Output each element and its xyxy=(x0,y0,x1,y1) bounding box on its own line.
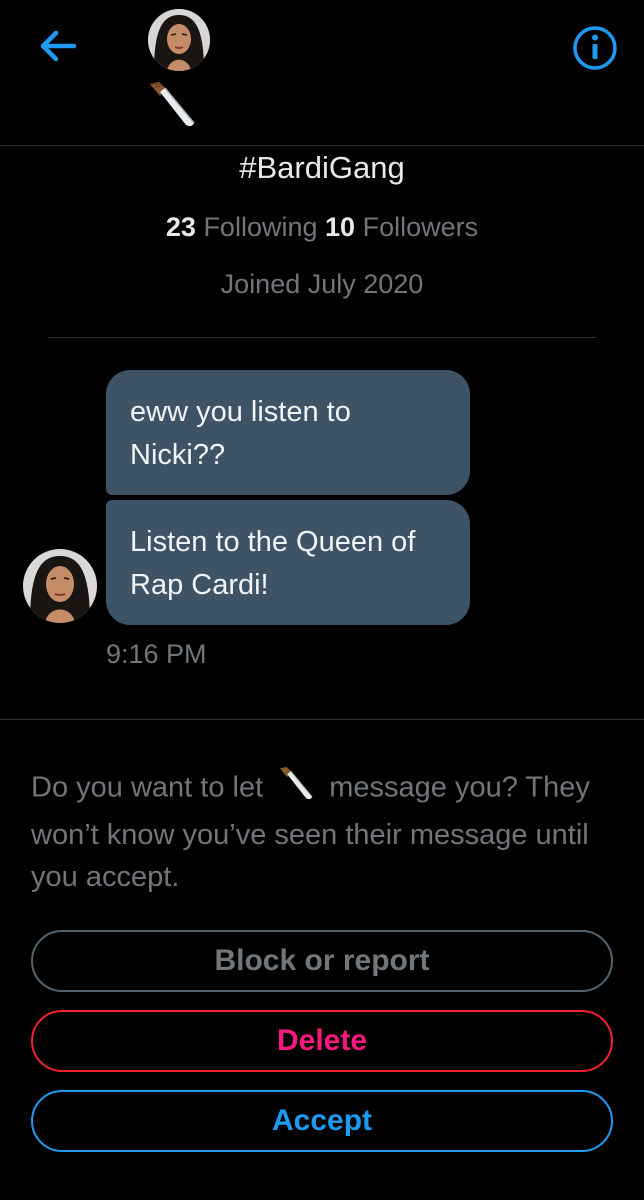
followers-count[interactable]: 10 xyxy=(325,212,355,242)
info-circle-icon xyxy=(573,26,617,70)
prompt-text-before: Do you want to let xyxy=(31,771,264,804)
message-timestamp: 9:16 PM xyxy=(106,639,207,669)
avatar[interactable] xyxy=(148,9,210,71)
back-button[interactable] xyxy=(36,26,80,66)
profile-divider xyxy=(48,337,596,338)
kitchen-knife-icon xyxy=(146,78,198,143)
message-bubble[interactable]: eww you listen to Nicki?? xyxy=(106,370,470,495)
following-label[interactable]: Following xyxy=(203,212,317,242)
accept-button[interactable]: Accept xyxy=(31,1090,613,1152)
profile-name[interactable]: #BardiGang xyxy=(0,148,644,188)
conversation-header xyxy=(0,0,644,145)
request-divider xyxy=(0,719,644,720)
delete-button[interactable]: Delete xyxy=(31,1010,613,1072)
profile-stats: 23 Following 10 Followers xyxy=(0,209,644,245)
joined-date: Joined July 2020 xyxy=(220,269,424,299)
followers-label[interactable]: Followers xyxy=(363,212,479,242)
sender-avatar[interactable] xyxy=(23,549,97,623)
header-divider xyxy=(0,145,644,146)
arrow-left-icon xyxy=(40,30,77,62)
block-or-report-button[interactable]: Block or report xyxy=(31,930,613,992)
info-button[interactable] xyxy=(570,23,620,73)
following-count[interactable]: 23 xyxy=(166,212,196,242)
message-bubble[interactable]: Listen to the Queen of Rap Cardi! xyxy=(106,500,470,625)
user-avatar-image xyxy=(23,549,97,623)
user-avatar-image xyxy=(148,9,210,71)
kitchen-knife-icon xyxy=(277,764,315,814)
message-request-prompt: Do you want to let message you? They won… xyxy=(31,764,621,898)
